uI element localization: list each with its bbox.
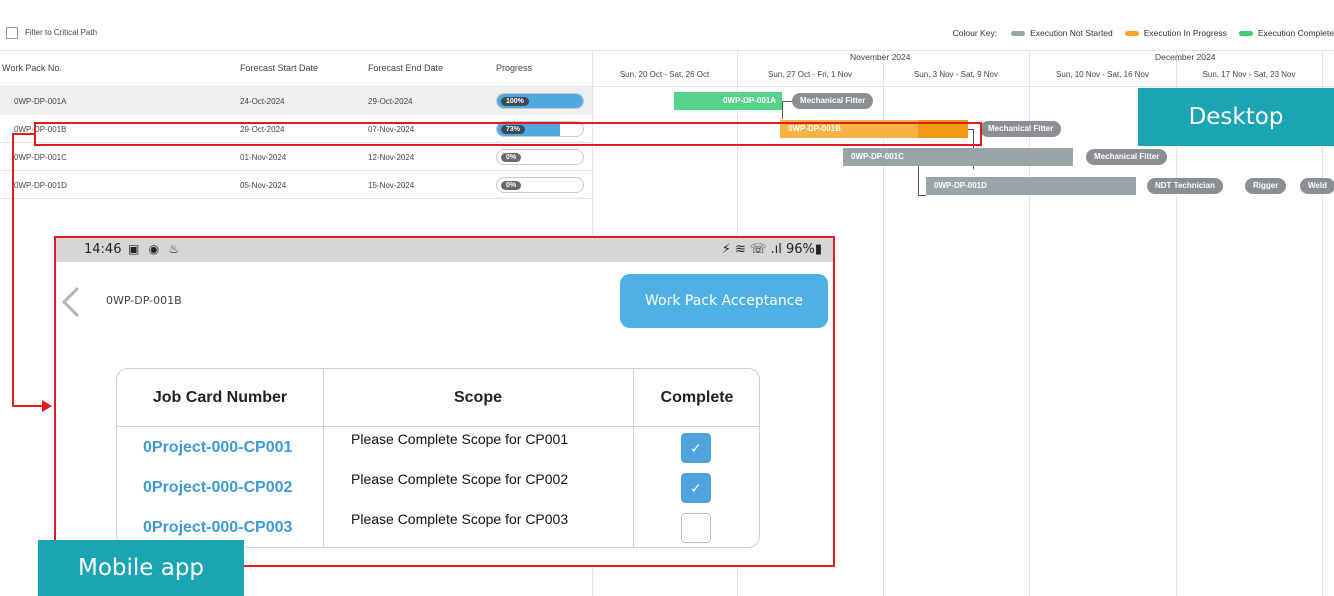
mobile-highlight-box (54, 236, 835, 567)
critical-path-checkbox[interactable] (6, 27, 18, 39)
header-progress[interactable]: Progress (496, 50, 532, 86)
mobile-app-tag: Mobile app (38, 540, 244, 596)
table-row[interactable]: 0WP-DP-001D 05-Nov-2024 15-Nov-2024 0% (0, 171, 592, 199)
progress-bar: 0% (496, 177, 584, 193)
connector-line (12, 405, 44, 407)
progress-bar: 0% (496, 149, 584, 165)
week-header: Sun, 10 Nov - Sat, 16 Nov (1056, 70, 1149, 79)
end-date: 12-Nov-2024 (368, 153, 415, 162)
gantt-bar-001c[interactable]: 0WP-DP-001C (843, 148, 1073, 166)
divider (0, 50, 1334, 51)
start-date: 01-Nov-2024 (240, 153, 287, 162)
legend-swatch-complete (1238, 30, 1253, 36)
legend-swatch-not-started (1011, 30, 1026, 36)
colour-key-title: Colour Key: (952, 28, 998, 38)
header-start-date[interactable]: Forecast Start Date (240, 50, 318, 86)
table-row[interactable]: 0WP-DP-001A 24-Oct-2024 29-Oct-2024 100% (0, 87, 592, 115)
resource-pill: Weld (1300, 178, 1334, 194)
week-header: Sun, 20 Oct - Sat, 26 Oct (619, 70, 710, 79)
work-pack-id: 0WP-DP-001C (14, 153, 67, 162)
legend-label-complete: Execution Complete (1257, 28, 1334, 38)
dependency-connector (918, 166, 926, 196)
colour-key: Colour Key: Execution Not Started Execut… (953, 26, 1334, 40)
table-row[interactable]: 0WP-DP-001C 01-Nov-2024 12-Nov-2024 0% (0, 143, 592, 171)
end-date: 29-Oct-2024 (368, 97, 413, 106)
start-date: 24-Oct-2024 (240, 97, 285, 106)
highlight-box (34, 122, 982, 146)
gantt-toolbar: Filter to Critical Path Colour Key: Exec… (0, 22, 1334, 44)
month-header: December 2024 (1155, 52, 1216, 62)
progress-label: 0% (501, 153, 522, 162)
dependency-connector (782, 101, 792, 119)
legend-swatch-in-progress (1124, 30, 1139, 36)
connector-line (12, 133, 34, 135)
header-work-pack[interactable]: Work Pack No. (2, 50, 62, 86)
legend-label-in-progress: Execution In Progress (1143, 28, 1227, 38)
progress-label: 0% (501, 181, 522, 190)
progress-label: 100% (501, 97, 529, 106)
progress-bar: 100% (496, 93, 584, 109)
connector-line (12, 133, 14, 407)
month-header: November 2024 (850, 52, 911, 62)
end-date: 15-Nov-2024 (368, 181, 415, 190)
gantt-bar-001a[interactable]: 0WP-DP-001A (674, 92, 782, 110)
work-pack-id: 0WP-DP-001D (14, 181, 67, 190)
arrow-icon (42, 400, 52, 412)
week-header: Sun, 3 Nov - Sat, 9 Nov (913, 70, 999, 79)
resource-pill: Mechanical Fitter (1086, 149, 1168, 165)
gantt-bar-001d[interactable]: 0WP-DP-001D (926, 177, 1136, 195)
resource-pill: Mechanical Fitter (792, 93, 874, 109)
resource-pill: Mechanical Fitter (980, 121, 1062, 137)
resource-pill: NDT Technician (1147, 178, 1223, 194)
start-date: 05-Nov-2024 (240, 181, 287, 190)
week-header: Sun, 27 Oct - Fri, 1 Nov (767, 70, 853, 79)
work-pack-id: 0WP-DP-001A (14, 97, 67, 106)
resource-pill: Rigger (1245, 178, 1287, 194)
header-end-date[interactable]: Forecast End Date (368, 50, 443, 86)
desktop-tag: Desktop (1138, 88, 1334, 146)
critical-path-label: Filter to Critical Path (25, 28, 98, 37)
week-header: Sun, 17 Nov - Sat, 23 Nov (1202, 70, 1296, 79)
legend-label-not-started: Execution Not Started (1030, 28, 1113, 38)
